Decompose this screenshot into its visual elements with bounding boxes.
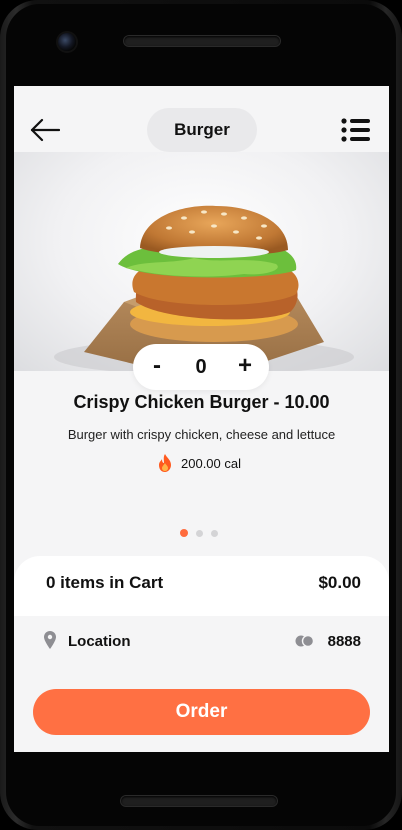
order-button[interactable]: Order bbox=[33, 689, 370, 735]
cart-total: $0.00 bbox=[318, 573, 361, 592]
location-label[interactable]: Location bbox=[68, 633, 131, 650]
increase-quantity-button[interactable]: + bbox=[225, 344, 265, 390]
quantity-value: 0 bbox=[195, 356, 207, 378]
back-button[interactable] bbox=[30, 116, 61, 144]
carousel-dot-active[interactable] bbox=[180, 529, 188, 537]
arrow-left-icon bbox=[30, 118, 61, 142]
list-menu-icon bbox=[341, 118, 370, 142]
quantity-stepper: - 0 + bbox=[133, 344, 269, 390]
crispy-chicken-burger-image bbox=[54, 205, 354, 371]
app-screen: Burger - 0 + Crispy Chicken Burger - 10.… bbox=[14, 86, 389, 752]
carousel-dot[interactable] bbox=[196, 529, 203, 537]
carousel-indicator bbox=[180, 529, 218, 537]
fire-icon bbox=[159, 454, 171, 472]
product-description: Burger with crispy chicken, cheese and l… bbox=[67, 427, 336, 442]
location-row: Location 8888 bbox=[14, 616, 389, 666]
decrease-quantity-button[interactable]: - bbox=[137, 344, 177, 390]
page-title: Burger bbox=[147, 108, 257, 152]
phone-frame: Burger - 0 + Crispy Chicken Burger - 10.… bbox=[0, 0, 402, 830]
top-speaker bbox=[124, 36, 280, 46]
coins-icon bbox=[295, 635, 315, 647]
header-bar: Burger bbox=[14, 86, 389, 152]
product-image bbox=[14, 152, 389, 371]
carousel-dot[interactable] bbox=[211, 529, 218, 537]
cart-items-count: 0 items in Cart bbox=[46, 573, 164, 592]
cart-summary[interactable]: 0 items in Cart $0.00 bbox=[14, 556, 389, 616]
calorie-info: 200.00 cal bbox=[157, 452, 241, 474]
points-balance: 8888 bbox=[327, 633, 361, 650]
front-camera bbox=[58, 33, 76, 51]
bottom-speaker bbox=[121, 796, 277, 806]
map-pin-icon bbox=[44, 631, 56, 649]
product-name: Crispy Chicken Burger - 10.00 bbox=[73, 392, 330, 412]
calorie-value: 200.00 cal bbox=[181, 455, 241, 471]
menu-button[interactable] bbox=[341, 118, 371, 142]
